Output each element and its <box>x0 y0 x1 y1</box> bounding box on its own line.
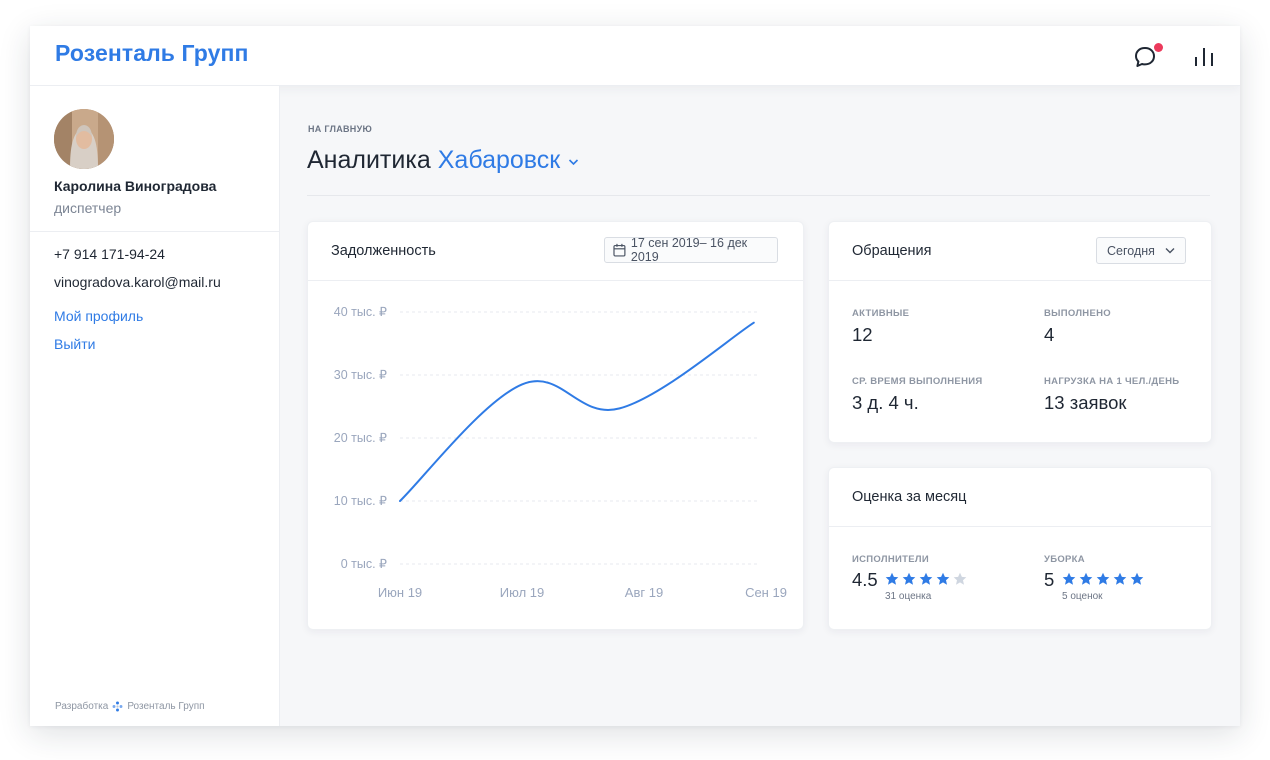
top-bar: Розенталь Групп <box>30 26 1240 86</box>
x-tick-label: Сен 19 <box>745 585 787 600</box>
performers-label: ИСПОЛНИТЕЛИ <box>852 554 929 565</box>
y-tick-label: 30 тыс. ₽ <box>334 368 387 382</box>
city-selector[interactable]: Хабаровск <box>438 146 560 175</box>
avg-time-value: 3 д. 4 ч. <box>852 392 919 413</box>
notification-dot <box>1154 43 1163 52</box>
star-icon <box>1062 572 1076 585</box>
performers-count: 31 оценка <box>885 591 932 602</box>
date-range-text: 17 сен 2019– 16 дек 2019 <box>630 236 748 264</box>
my-profile-link[interactable]: Мой профиль <box>54 308 143 324</box>
cleaning-label: УБОРКА <box>1044 554 1085 565</box>
requests-card-header: Обращения Сегодня <box>829 222 1211 281</box>
calendar-icon <box>613 243 626 257</box>
period-select-value: Сегодня <box>1107 243 1155 258</box>
title-divider <box>307 195 1210 196</box>
y-tick-label: 0 тыс. ₽ <box>341 557 387 571</box>
rating-card: Оценка за месяц ИСПОЛНИТЕЛИ 4.5 31 оценк… <box>828 467 1212 630</box>
star-icon <box>1130 572 1144 585</box>
star-icon <box>953 572 967 585</box>
debt-card-title: Задолженность <box>331 243 436 259</box>
performers-score: 4.5 <box>852 569 878 590</box>
active-label: АКТИВНЫЕ <box>852 308 910 319</box>
star-icon <box>1096 572 1110 585</box>
x-tick-label: Авг 19 <box>625 585 663 600</box>
breadcrumb-home[interactable]: НА ГЛАВНУЮ <box>308 124 372 134</box>
debt-series-line <box>399 321 755 502</box>
cleaning-stars <box>1062 572 1144 586</box>
star-icon <box>1113 572 1127 585</box>
period-select[interactable]: Сегодня <box>1096 237 1186 264</box>
load-label: НАГРУЗКА НА 1 ЧЕЛ./ДЕНЬ <box>1044 376 1180 387</box>
requests-card: Обращения Сегодня АКТИВНЫЕ 12 ВЫПОЛНЕНО … <box>828 221 1212 443</box>
logout-link[interactable]: Выйти <box>54 336 95 352</box>
x-tick-label: Июл 19 <box>500 585 544 600</box>
rating-card-header: Оценка за месяц <box>829 468 1211 527</box>
sidebar: Каролина Виноградова диспетчер +7 914 17… <box>30 86 280 726</box>
star-icon <box>919 572 933 585</box>
load-value: 13 заявок <box>1044 392 1127 413</box>
sidebar-divider <box>30 231 279 232</box>
footer-company[interactable]: Розенталь Групп <box>127 701 204 712</box>
x-tick-label: Июн 19 <box>378 585 422 600</box>
chevron-down-icon[interactable] <box>568 158 579 166</box>
footer-prefix: Разработка <box>55 701 109 712</box>
star-icon <box>1079 572 1093 585</box>
developer-footer: Разработка Розенталь Групп <box>55 701 205 712</box>
user-name: Каролина Виноградова <box>54 178 217 194</box>
date-range-picker[interactable]: 17 сен 2019– 16 дек 2019 <box>604 236 778 264</box>
active-value: 12 <box>852 324 873 345</box>
y-tick-label: 40 тыс. ₽ <box>334 305 387 319</box>
avg-time-label: СР. ВРЕМЯ ВЫПОЛНЕНИЯ <box>852 376 983 387</box>
done-value: 4 <box>1044 324 1055 345</box>
user-email: vinogradova.karol@mail.ru <box>54 274 221 290</box>
requests-card-title: Обращения <box>852 243 932 259</box>
star-icon <box>885 572 899 585</box>
company-logo-icon <box>112 701 123 712</box>
avatar[interactable] <box>54 109 114 169</box>
performers-stars <box>885 572 967 586</box>
y-tick-label: 20 тыс. ₽ <box>334 431 387 445</box>
star-icon <box>936 572 950 585</box>
user-role: диспетчер <box>54 200 122 216</box>
star-icon <box>902 572 916 585</box>
app-window: Розенталь Групп Каролина Виноградова дис… <box>30 26 1240 726</box>
logo[interactable]: Розенталь Групп <box>55 40 249 67</box>
page-title: Аналитика Хабаровск <box>307 146 579 175</box>
bar-chart-icon[interactable] <box>1193 44 1215 68</box>
chevron-down-icon <box>1165 248 1175 254</box>
rating-card-title: Оценка за месяц <box>852 489 967 505</box>
done-label: ВЫПОЛНЕНО <box>1044 308 1111 319</box>
cleaning-score: 5 <box>1044 569 1055 590</box>
debt-card: Задолженность 17 сен 2019– 16 дек 2019 0… <box>307 221 804 630</box>
page-title-text: Аналитика <box>307 146 431 174</box>
cleaning-count: 5 оценок <box>1062 591 1103 602</box>
debt-line-chart: 0 тыс. ₽ 10 тыс. ₽ 20 тыс. ₽ 30 тыс. ₽ 40 ты… <box>334 305 787 600</box>
y-tick-label: 10 тыс. ₽ <box>334 494 387 508</box>
debt-card-header: Задолженность 17 сен 2019– 16 дек 2019 <box>308 222 803 281</box>
user-phone: +7 914 171-94-24 <box>54 246 165 262</box>
